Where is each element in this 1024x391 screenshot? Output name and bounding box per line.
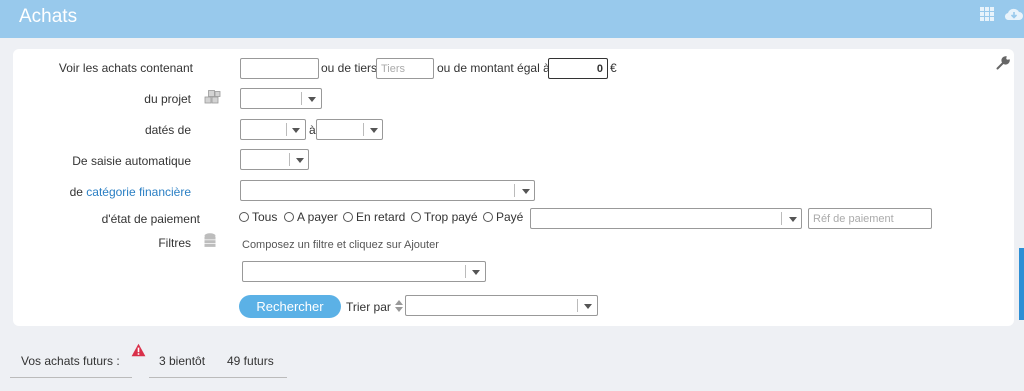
category-label: de catégorie financière xyxy=(43,185,191,199)
currency-label: € xyxy=(610,61,617,75)
warning-icon[interactable] xyxy=(131,343,146,357)
tiers-input[interactable] xyxy=(376,58,434,79)
wrench-icon[interactable] xyxy=(996,56,1010,70)
sort-select[interactable] xyxy=(405,295,598,316)
category-select[interactable] xyxy=(240,180,535,201)
dates-label: datés de xyxy=(144,123,191,137)
amount-input[interactable] xyxy=(548,58,608,79)
amount-label: ou de montant égal à xyxy=(437,61,550,75)
sort-icon[interactable] xyxy=(395,300,404,312)
radio-to-pay[interactable]: A payer xyxy=(284,210,338,224)
project-select[interactable] xyxy=(240,88,322,109)
radio-overpaid[interactable]: Trop payé xyxy=(411,210,478,224)
cloud-download-icon[interactable] xyxy=(1004,7,1024,21)
filters-label: Filtres xyxy=(158,236,191,250)
future-count[interactable]: 49 futurs xyxy=(227,354,274,368)
radio-late[interactable]: En retard xyxy=(343,210,405,224)
footer-divider-left xyxy=(10,377,132,378)
payment-radio-group: Tous A payer En retard Trop payé Payé xyxy=(239,210,539,226)
radio-paid[interactable]: Payé xyxy=(483,210,523,224)
sort-label: Trier par xyxy=(346,300,404,314)
search-panel: Voir les achats contenant ou de tiers ou… xyxy=(13,49,1014,326)
payment-select[interactable] xyxy=(530,208,802,229)
search-button[interactable]: Rechercher xyxy=(239,295,341,318)
payment-state-label: d'état de paiement xyxy=(101,212,200,226)
page-title: Achats xyxy=(19,6,78,27)
soon-count[interactable]: 3 bientôt xyxy=(159,354,205,368)
auto-entry-label: De saisie automatique xyxy=(72,154,191,168)
scroll-indicator[interactable] xyxy=(1019,248,1024,320)
category-link[interactable]: catégorie financière xyxy=(86,185,191,199)
tiers-label: ou de tiers xyxy=(321,61,378,75)
contains-label: Voir les achats contenant xyxy=(58,61,193,75)
radio-circle-icon[interactable] xyxy=(411,212,421,222)
radio-circle-icon[interactable] xyxy=(239,212,249,222)
date-between-label: à xyxy=(309,123,316,137)
category-prefix: de xyxy=(69,185,83,199)
grid-icon[interactable] xyxy=(980,7,994,21)
date-to-select[interactable] xyxy=(316,119,383,140)
auto-entry-select[interactable] xyxy=(240,149,309,170)
footer-divider-right xyxy=(149,377,287,378)
filter-hint: Composez un filtre et cliquez sur Ajoute… xyxy=(242,239,439,251)
project-label: du projet xyxy=(144,92,191,106)
top-bar: Achats xyxy=(0,0,1024,38)
date-from-select[interactable] xyxy=(240,119,306,140)
database-icon[interactable] xyxy=(204,233,216,248)
radio-circle-icon[interactable] xyxy=(343,212,353,222)
filter-select[interactable] xyxy=(242,261,486,282)
radio-all[interactable]: Tous xyxy=(239,210,277,224)
contains-input[interactable] xyxy=(240,58,319,79)
payment-ref-input[interactable] xyxy=(808,208,932,229)
future-purchases-label: Vos achats futurs : xyxy=(21,354,120,368)
cubes-icon[interactable] xyxy=(204,89,222,104)
radio-circle-icon[interactable] xyxy=(483,212,493,222)
radio-circle-icon[interactable] xyxy=(284,212,294,222)
